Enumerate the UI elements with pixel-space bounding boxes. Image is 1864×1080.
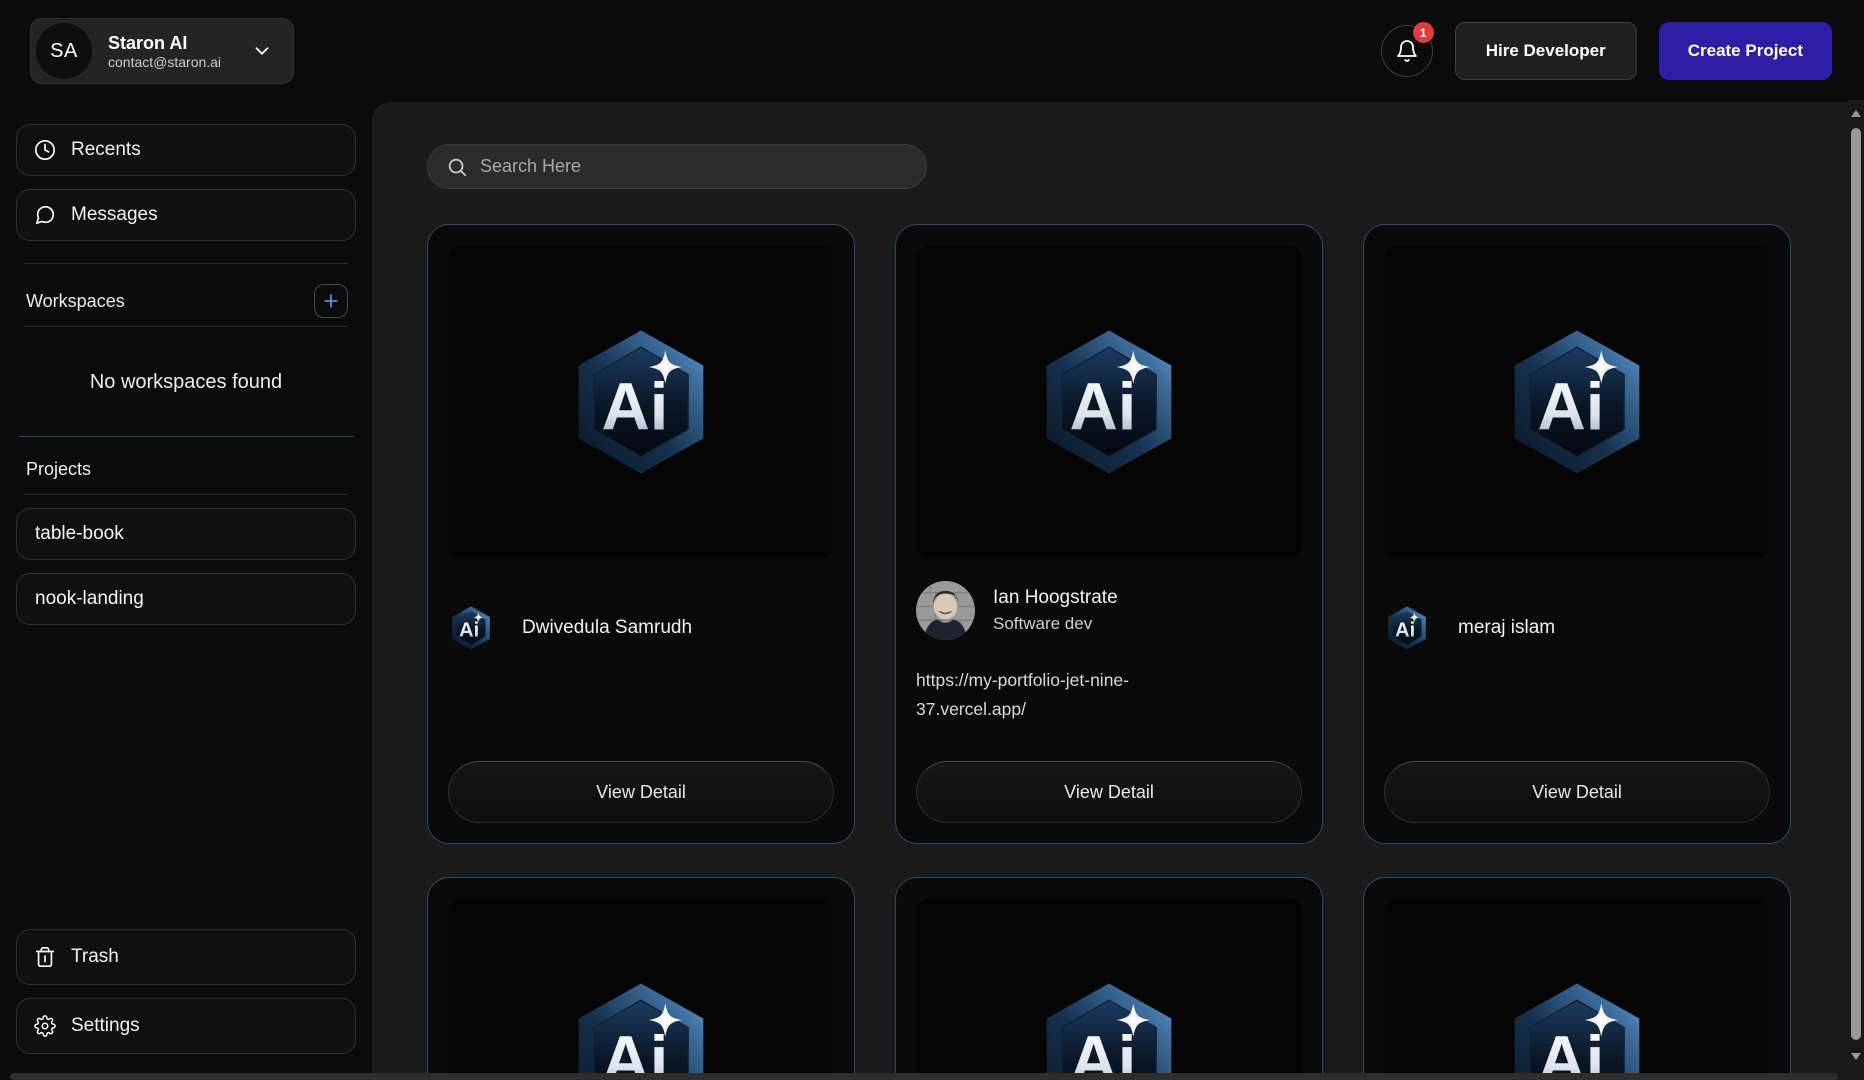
view-detail-button[interactable]: View Detail xyxy=(1384,761,1770,823)
notifications-button[interactable]: 1 xyxy=(1381,25,1433,77)
sidebar-item-project-table-book[interactable]: table-book xyxy=(16,508,356,560)
project-thumbnail xyxy=(916,245,1302,559)
ai-hexagon-avatar xyxy=(1384,605,1430,651)
account-switcher[interactable]: SA Staron AI contact@staron.ai xyxy=(30,18,294,84)
sidebar-item-settings[interactable]: Settings xyxy=(16,998,356,1054)
main-panel: Dwivedula Samrudh View Detail Ian Hoogst… xyxy=(372,102,1864,1080)
ai-hexagon-logo xyxy=(1501,979,1653,1080)
developer-role: Software dev xyxy=(993,614,1118,634)
search-input[interactable] xyxy=(480,156,908,177)
trash-icon xyxy=(34,946,56,968)
sidebar-item-messages[interactable]: Messages xyxy=(16,189,356,241)
project-card-partial xyxy=(1363,877,1791,1080)
search-icon xyxy=(446,156,468,178)
project-card: Dwivedula Samrudh View Detail xyxy=(427,224,855,844)
project-card: meraj islam View Detail xyxy=(1363,224,1791,844)
ai-hexagon-avatar xyxy=(448,605,494,651)
sidebar-divider xyxy=(24,263,348,264)
sidebar-item-label: Settings xyxy=(71,1015,140,1037)
project-thumbnail xyxy=(1384,245,1770,559)
sidebar-divider xyxy=(24,326,348,327)
gear-icon xyxy=(34,1015,56,1037)
plus-icon xyxy=(321,291,341,311)
developer-photo-avatar xyxy=(916,581,975,640)
account-name: Staron AI xyxy=(108,32,221,55)
vertical-scrollbar-thumb[interactable] xyxy=(1851,128,1861,1040)
project-thumbnail xyxy=(448,898,834,1080)
view-detail-button[interactable]: View Detail xyxy=(448,761,834,823)
chevron-down-icon xyxy=(251,40,273,62)
create-project-button[interactable]: Create Project xyxy=(1659,22,1832,80)
sidebar-item-label: Trash xyxy=(71,946,119,968)
ai-hexagon-logo xyxy=(565,979,717,1080)
search-bar[interactable] xyxy=(427,144,927,189)
scroll-up-arrow[interactable] xyxy=(1851,110,1861,117)
ai-hexagon-logo xyxy=(1033,979,1185,1080)
scroll-down-arrow[interactable] xyxy=(1851,1053,1861,1060)
ai-hexagon-logo xyxy=(1033,326,1185,478)
developer-name: Ian Hoogstrate xyxy=(993,587,1118,609)
message-icon xyxy=(34,204,56,226)
vertical-scrollbar[interactable] xyxy=(1848,100,1864,1072)
project-thumbnail xyxy=(916,898,1302,1080)
bell-icon xyxy=(1395,39,1419,63)
add-workspace-button[interactable] xyxy=(314,284,348,318)
workspaces-empty-text: No workspaces found xyxy=(16,371,356,394)
avatar: SA xyxy=(36,23,92,79)
project-card-partial xyxy=(427,877,855,1080)
project-thumbnail xyxy=(1384,898,1770,1080)
project-thumbnail xyxy=(448,245,834,559)
sidebar-item-label: Recents xyxy=(71,139,141,161)
view-detail-button[interactable]: View Detail xyxy=(916,761,1302,823)
project-grid: Dwivedula Samrudh View Detail Ian Hoogst… xyxy=(427,224,1820,1080)
workspaces-title: Workspaces xyxy=(26,291,125,312)
topbar: SA Staron AI contact@staron.ai 1 Hire De… xyxy=(0,0,1864,102)
sidebar-item-trash[interactable]: Trash xyxy=(16,929,356,985)
project-url[interactable]: https://my-portfolio-jet-nine-37.vercel.… xyxy=(916,666,1216,724)
developer-name: meraj islam xyxy=(1458,617,1555,639)
sidebar-item-recents[interactable]: Recents xyxy=(16,124,356,176)
account-email: contact@staron.ai xyxy=(108,54,221,70)
project-card: Ian Hoogstrate Software dev https://my-p… xyxy=(895,224,1323,844)
sidebar-divider-blue xyxy=(18,436,354,437)
sidebar-item-project-nook-landing[interactable]: nook-landing xyxy=(16,573,356,625)
hire-developer-button[interactable]: Hire Developer xyxy=(1455,22,1637,80)
sidebar-divider xyxy=(24,494,348,495)
ai-hexagon-logo xyxy=(1501,326,1653,478)
clock-icon xyxy=(34,139,56,161)
ai-hexagon-logo xyxy=(565,326,717,478)
project-card-partial xyxy=(895,877,1323,1080)
sidebar: Recents Messages Workspaces No workspace… xyxy=(0,102,372,1080)
sidebar-item-label: Messages xyxy=(71,204,158,226)
horizontal-scrollbar[interactable] xyxy=(10,1073,1838,1080)
notification-badge: 1 xyxy=(1413,22,1434,43)
projects-title: Projects xyxy=(26,459,348,480)
developer-name: Dwivedula Samrudh xyxy=(522,617,692,639)
